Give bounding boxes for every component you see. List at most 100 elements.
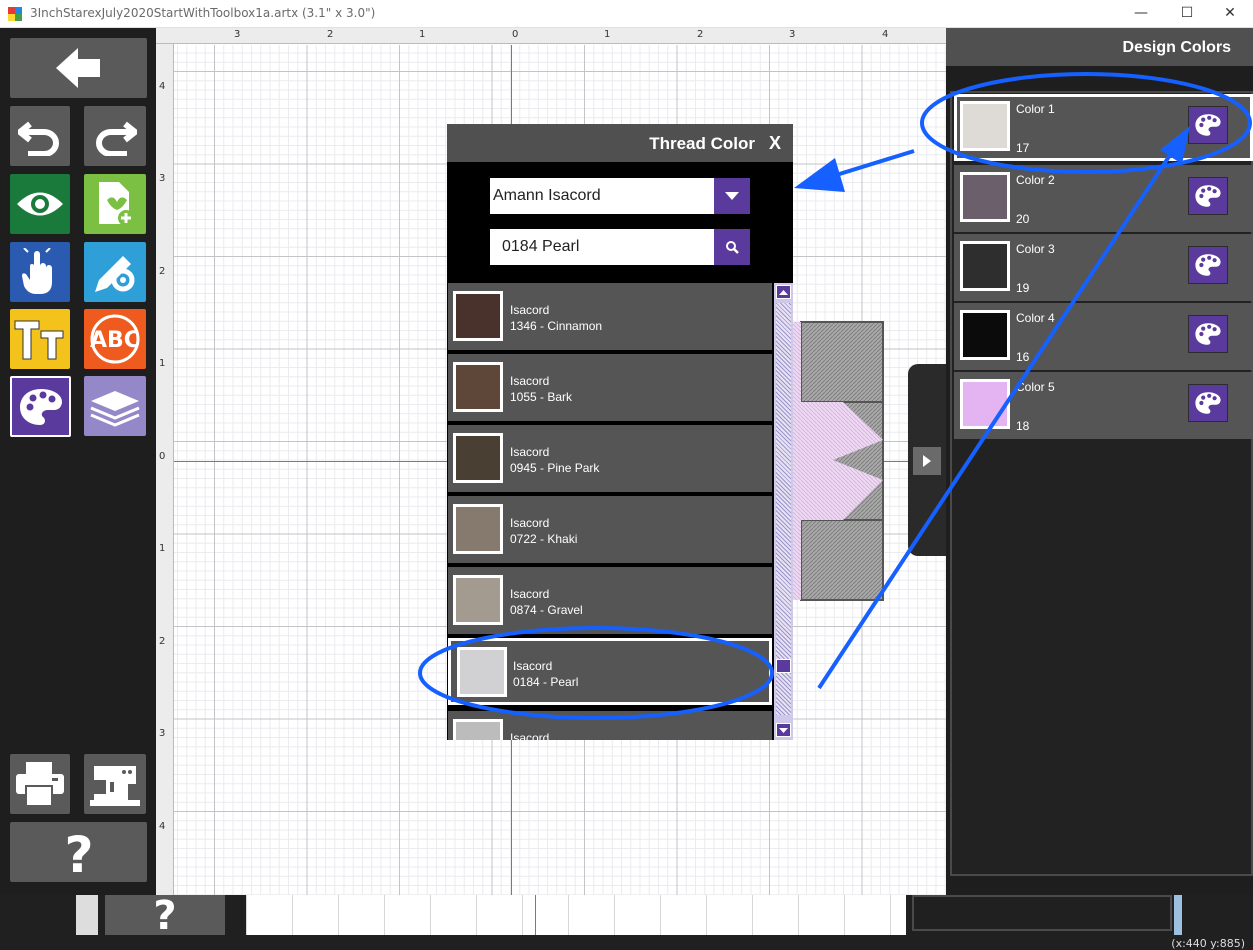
palette-icon — [1195, 185, 1221, 207]
color-number: 20 — [1016, 212, 1030, 226]
design-colors-list: Color 1 17 Color 2 20 Color 3 19 Color 4 — [950, 91, 1253, 876]
ruler-label: 2 — [159, 266, 166, 277]
app-icon — [8, 7, 22, 21]
design-color-item-5[interactable]: Color 5 18 — [954, 372, 1253, 439]
color-swatch — [960, 310, 1010, 360]
help-button[interactable]: ? — [10, 822, 147, 882]
thread-list-item[interactable]: Isacord 0722 - Khaki — [448, 496, 772, 563]
design-color-item-1[interactable]: Color 1 17 — [954, 94, 1253, 161]
text-icon — [14, 320, 64, 360]
color-picker-button[interactable] — [1188, 177, 1228, 215]
color-swatch — [960, 379, 1010, 429]
color-label: Color 4 — [1016, 311, 1055, 325]
hand-pointer-icon — [22, 248, 52, 294]
thread-name: 0874 - Gravel — [510, 603, 583, 617]
text-button[interactable] — [10, 309, 70, 369]
ruler-label: 1 — [419, 29, 426, 40]
layers-icon — [90, 391, 140, 427]
background-panel-fragment — [912, 895, 1172, 931]
thread-list-item[interactable]: Isacord — [448, 711, 772, 740]
palette-icon — [1195, 323, 1221, 345]
ruler-label: 1 — [159, 543, 166, 554]
svg-text:?: ? — [153, 895, 176, 935]
color-number: 16 — [1016, 350, 1030, 364]
thread-brand: Isacord — [510, 516, 550, 530]
thread-swatch — [453, 719, 503, 740]
color-picker-button[interactable] — [1188, 384, 1228, 422]
ruler-label: 0 — [159, 451, 166, 462]
color-picker-button[interactable] — [1188, 246, 1228, 284]
search-button[interactable] — [714, 229, 750, 265]
thread-name: 1055 - Bark — [510, 390, 573, 404]
preview-button[interactable] — [10, 174, 70, 234]
ruler-label: 1 — [159, 358, 166, 369]
new-design-button[interactable] — [84, 174, 146, 234]
thread-list-item-selected[interactable]: Isacord 0184 - Pearl — [448, 638, 772, 705]
thread-search-input[interactable]: 0184 Pearl — [490, 229, 750, 265]
color-swatch — [960, 241, 1010, 291]
close-window-button[interactable]: ✕ — [1207, 0, 1253, 28]
select-button[interactable] — [10, 242, 70, 302]
maximize-button[interactable]: ☐ — [1164, 0, 1210, 28]
scroll-up-button[interactable] — [776, 285, 791, 299]
ruler-label: 3 — [789, 29, 796, 40]
design-colors-header: Design Colors — [946, 28, 1253, 66]
embroidery-design[interactable] — [793, 320, 887, 602]
background-center-line — [535, 895, 536, 935]
print-button[interactable] — [10, 754, 70, 814]
design-colors-title: Design Colors — [1122, 39, 1231, 56]
redo-button[interactable] — [84, 106, 146, 166]
dropdown-button[interactable] — [714, 178, 750, 214]
scroll-down-button[interactable] — [776, 723, 791, 737]
design-color-item-4[interactable]: Color 4 16 — [954, 303, 1253, 370]
scroll-position-marker[interactable] — [776, 659, 791, 673]
color-palette-button[interactable] — [10, 376, 71, 437]
thread-list: Isacord 1346 - Cinnamon Isacord 1055 - B… — [447, 283, 774, 740]
send-to-machine-button[interactable] — [84, 754, 146, 814]
undo-icon — [18, 121, 59, 156]
ruler-label: 1 — [604, 29, 611, 40]
thread-brand-value: Amann Isacord — [493, 187, 601, 204]
thread-name: 0722 - Khaki — [510, 532, 578, 546]
color-label: Color 2 — [1016, 173, 1055, 187]
back-button[interactable] — [10, 38, 147, 98]
design-color-item-3[interactable]: Color 3 19 — [954, 234, 1253, 301]
thread-brand: Isacord — [510, 587, 550, 601]
thread-swatch — [453, 291, 503, 341]
thread-brand: Isacord — [510, 303, 550, 317]
ruler-label: 3 — [159, 173, 166, 184]
top-ruler: 3 2 1 0 1 2 3 4 — [156, 28, 946, 44]
color-picker-button[interactable] — [1188, 315, 1228, 353]
thread-list-item[interactable]: Isacord 1346 - Cinnamon — [448, 283, 772, 350]
cursor-position: (x:440 y:885) — [1171, 937, 1245, 950]
color-number: 19 — [1016, 281, 1030, 295]
color-swatch — [960, 101, 1010, 151]
thread-swatch — [453, 362, 503, 412]
ruler-label: 0 — [512, 29, 519, 40]
thread-list-scrollbar[interactable] — [774, 283, 793, 740]
design-color-item-2[interactable]: Color 2 20 — [954, 165, 1253, 232]
title-bar: 3InchStarexJuly2020StartWithToolbox1a.ar… — [0, 0, 1253, 28]
minimize-button[interactable]: — — [1118, 0, 1164, 28]
color-swatch — [960, 172, 1010, 222]
layers-button[interactable] — [84, 376, 146, 436]
chevron-down-icon — [725, 192, 739, 200]
background-canvas-fragment — [246, 895, 906, 935]
monogram-button[interactable]: ABC — [84, 309, 146, 369]
dialog-close-button[interactable]: X — [769, 133, 781, 154]
search-icon — [726, 241, 739, 254]
ruler-label: 2 — [159, 636, 166, 647]
edit-tools-button[interactable] — [84, 242, 146, 302]
thread-list-item[interactable]: Isacord 1055 - Bark — [448, 354, 772, 421]
scroll-thumb[interactable] — [776, 303, 791, 715]
back-arrow-icon — [55, 48, 100, 88]
thread-list-item[interactable]: Isacord 0874 - Gravel — [448, 567, 772, 634]
chevron-down-icon — [779, 727, 788, 733]
panel-toggle-button[interactable] — [913, 447, 941, 475]
thread-list-item[interactable]: Isacord 0945 - Pine Park — [448, 425, 772, 492]
thread-name: 0184 - Pearl — [513, 675, 579, 689]
undo-button[interactable] — [10, 106, 70, 166]
thread-brand-dropdown[interactable]: Amann Isacord — [490, 178, 750, 214]
redo-icon — [96, 121, 137, 156]
color-picker-button[interactable] — [1188, 106, 1228, 144]
